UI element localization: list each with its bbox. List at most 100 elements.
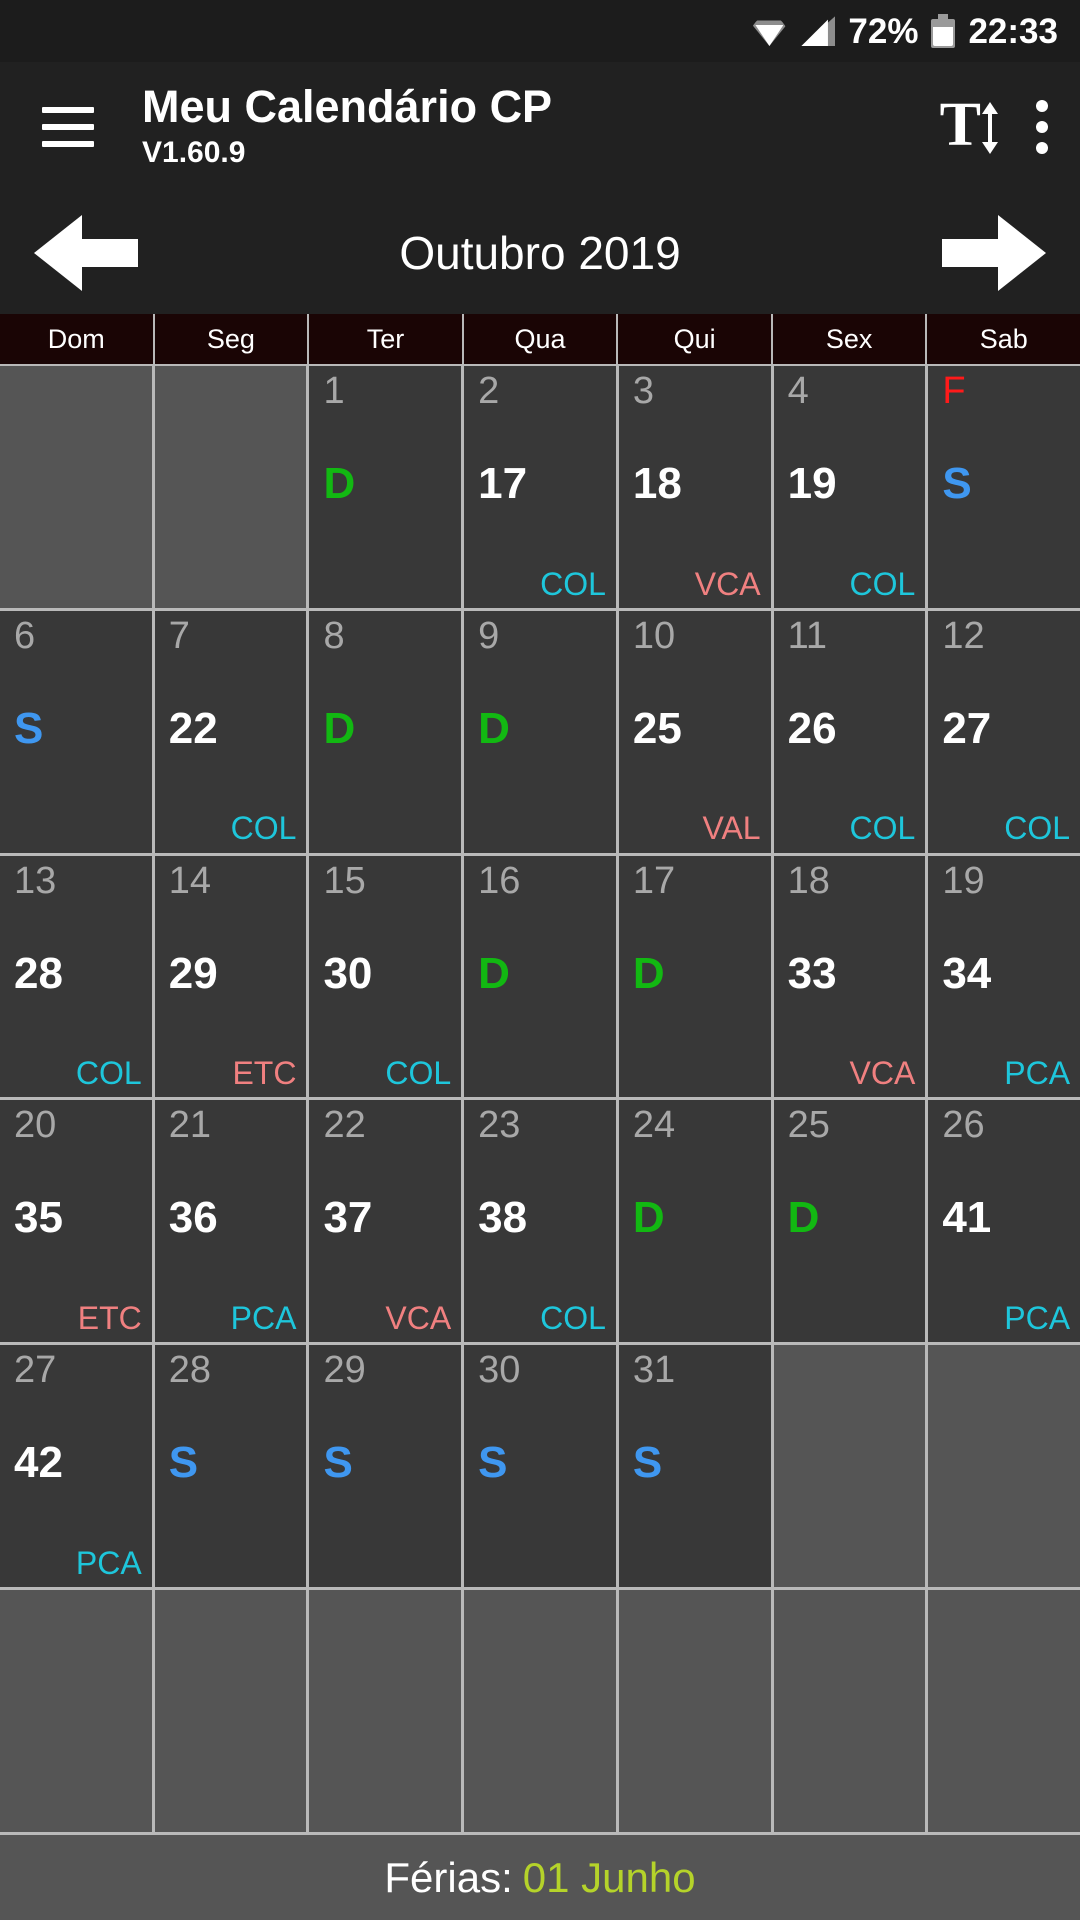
calendar-day-cell[interactable]: 9D [464, 610, 616, 853]
calendar-day-cell[interactable]: 20 35 ETC [0, 1100, 152, 1343]
day-number: 7 [168, 614, 190, 657]
day-number-holiday: F [942, 370, 966, 412]
day-number: 3 [632, 370, 655, 412]
calendar-cell-empty [773, 1345, 926, 1588]
calendar-day-cell[interactable]: 18 33 VCA [773, 855, 926, 1098]
calendar-day-cell[interactable]: 26 41 PCA [928, 1100, 1080, 1343]
font-size-glyph: T [939, 91, 981, 159]
calendar-day-cell[interactable]: 2 17 COL [464, 366, 616, 608]
wifi-icon [750, 16, 789, 46]
app-screen: 72% 22:33 Meu Calendário CP V1.60.9 T Ou… [0, 0, 1080, 1920]
calendar-cell-empty [928, 1345, 1080, 1588]
day-marker-shift: 29 [168, 948, 218, 998]
calendar-day-cell[interactable]: 7 22 COL [154, 610, 307, 853]
day-number: 10 [632, 614, 676, 657]
app-bar: Meu Calendário CP V1.60.9 T [0, 62, 1080, 192]
hamburger-menu-icon[interactable] [42, 107, 94, 147]
calendar-day-cell[interactable]: 6S [0, 610, 152, 853]
day-code-label: VCA [849, 1055, 916, 1092]
calendar-day-cell[interactable]: 8D [309, 610, 462, 853]
day-code-label: PCA [230, 1300, 297, 1337]
weekday-header-seg: Seg [154, 314, 308, 364]
day-marker-shift: 19 [787, 459, 837, 508]
weekday-header-ter: Ter [309, 314, 462, 364]
day-marker-sab: S [942, 459, 972, 508]
app-title: Meu Calendário CP [142, 81, 553, 133]
day-number: 13 [14, 859, 57, 902]
calendar-day-cell[interactable]: 11 26 COL [773, 610, 926, 853]
day-marker-shift: 37 [323, 1193, 373, 1243]
app-version-label: V1.60.9 [142, 136, 246, 170]
calendar-day-cell[interactable]: 12 27 COL [928, 610, 1080, 853]
status-bar: 72% 22:33 [0, 0, 1080, 62]
font-size-icon[interactable]: T [939, 91, 998, 159]
calendar-day-cell[interactable]: 25 D [773, 1100, 926, 1343]
day-marker-shift: 27 [942, 703, 992, 753]
day-code-label: ETC [77, 1300, 142, 1337]
day-code-label: PCA [1004, 1055, 1071, 1092]
day-marker-folga: D [478, 948, 510, 998]
calendar-day-cell[interactable]: 3 18 VCA [618, 366, 771, 608]
calendar-day-cell[interactable]: 1D [309, 366, 462, 608]
day-marker-shift: 25 [632, 703, 682, 753]
day-number: 2 [478, 370, 500, 412]
day-number: 12 [942, 614, 985, 657]
arrow-left-icon[interactable] [34, 211, 144, 295]
calendar-day-cell[interactable]: 14 29 ETC [154, 855, 307, 1098]
calendar-day-cell[interactable]: 16 D [464, 855, 616, 1098]
calendar-day-cell[interactable]: 22 37 VCA [309, 1100, 462, 1343]
day-code-label: COL [540, 1300, 606, 1337]
calendar-day-cell[interactable]: 24 D [618, 1100, 771, 1343]
day-marker-sab: S [168, 1438, 199, 1488]
day-code-label: COL [230, 810, 297, 847]
day-number: 23 [478, 1104, 521, 1147]
day-code-label: ETC [232, 1055, 297, 1092]
calendar-day-cell[interactable]: 17 D [618, 855, 771, 1098]
day-code-label: COL [385, 1055, 452, 1092]
calendar-day-cell[interactable]: 13 28 COL [0, 855, 152, 1098]
calendar-week-row: 13 28 COL 14 29 ETC 15 30 COL 16 D 17 D 18 33 VCA 19 34 PC… [0, 855, 1080, 1098]
day-marker-shift: 17 [478, 459, 528, 508]
arrow-up-down-icon [982, 102, 998, 154]
weekday-header-sab: Sab [927, 314, 1080, 364]
day-code-label: COL [1004, 810, 1071, 847]
day-number: 14 [168, 859, 211, 902]
calendar-week-row: 27 42 PCA 28 S 29 S 30 S 31 S [0, 1345, 1080, 1588]
arrow-right-icon[interactable] [936, 211, 1046, 295]
day-marker-folga: D [632, 1193, 665, 1243]
calendar-day-cell[interactable]: 21 36 PCA [154, 1100, 307, 1343]
calendar-day-cell[interactable]: 10 25 VAL [618, 610, 771, 853]
calendar-week-row [0, 1590, 1080, 1832]
weekday-header-sex: Sex [772, 314, 926, 364]
calendar-day-cell[interactable]: FS [928, 366, 1080, 608]
calendar-week-row: 6 S 7 22 COL 8 D 9 D 10 25 VAL 11 26 COL 12 27 COL [0, 610, 1080, 853]
current-month-label: Outubro 2019 [399, 227, 681, 279]
day-number: 31 [632, 1349, 676, 1392]
calendar-day-cell[interactable]: 27 42 PCA [0, 1345, 152, 1588]
calendar-cell-empty [0, 1590, 152, 1832]
day-marker-shift: 33 [787, 948, 837, 998]
calendar-day-cell[interactable]: 28 S [154, 1345, 307, 1588]
calendar-day-cell[interactable]: 19 34 PCA [928, 855, 1080, 1098]
ferias-footer[interactable]: Férias: 01 Junho [0, 1832, 1080, 1920]
signal-icon [801, 16, 836, 46]
calendar-day-cell[interactable]: 29 S [309, 1345, 462, 1588]
day-marker-folga: D [787, 1193, 820, 1243]
day-number: 17 [632, 859, 676, 902]
day-marker-shift: 36 [168, 1193, 218, 1243]
weekday-header-dom: Dom [0, 314, 153, 364]
calendar-cell-empty [773, 1590, 926, 1832]
calendar-day-cell[interactable]: 15 30 COL [309, 855, 462, 1098]
day-code-label: COL [540, 565, 606, 602]
calendar-cell-empty [154, 366, 307, 608]
calendar-day-cell[interactable]: 23 38 COL [464, 1100, 616, 1343]
calendar-cell-empty [309, 1590, 462, 1832]
day-number: 16 [478, 859, 521, 902]
overflow-menu-icon[interactable] [1036, 100, 1048, 154]
ferias-value: 01 Junho [522, 1853, 696, 1901]
day-marker-sab: S [323, 1438, 353, 1488]
calendar-day-cell[interactable]: 4 19 COL [773, 366, 926, 608]
calendar-day-cell[interactable]: 31 S [618, 1345, 771, 1588]
calendar-day-cell[interactable]: 30 S [464, 1345, 616, 1588]
day-code-label: VCA [694, 565, 761, 602]
